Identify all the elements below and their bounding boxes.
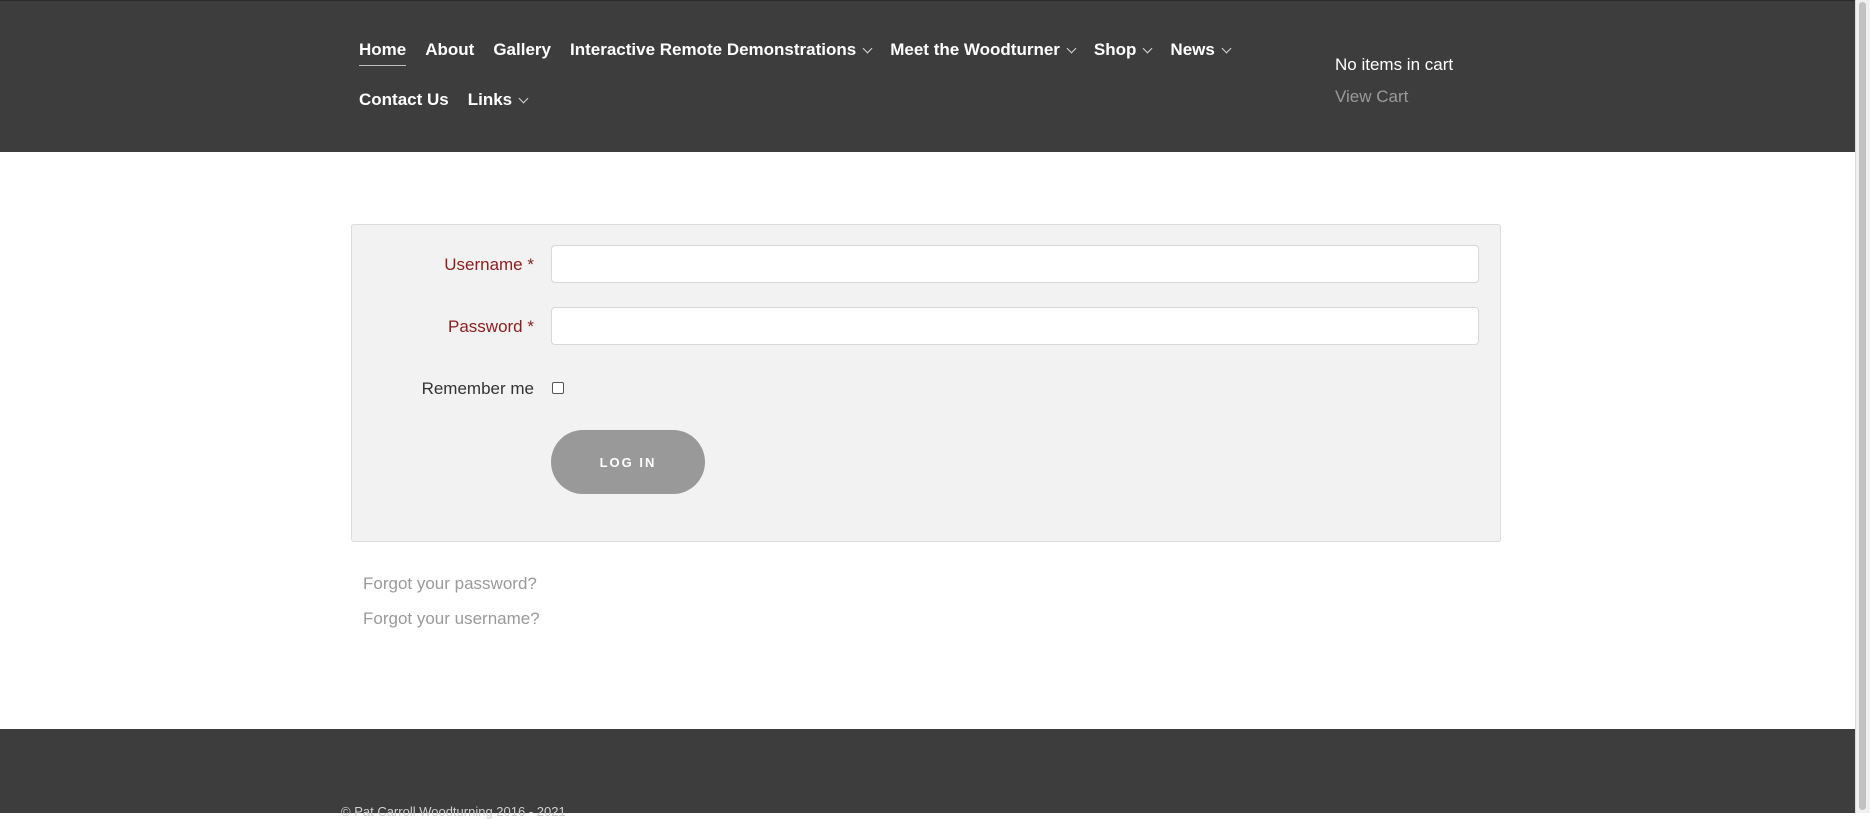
- main-nav: Home About Gallery Interactive Remote De…: [359, 39, 1319, 115]
- page-scrollbar[interactable]: [1855, 0, 1870, 813]
- nav-item-label: Interactive Remote Demonstrations: [569, 40, 857, 59]
- nav-item-label: Links: [467, 90, 513, 109]
- site-header: Home About Gallery Interactive Remote De…: [0, 0, 1856, 152]
- chevron-down-icon: [518, 93, 529, 103]
- nav-item-label: Shop: [1093, 40, 1137, 59]
- view-cart-link[interactable]: View Cart: [1335, 87, 1453, 107]
- scrollbar-thumb[interactable]: [1859, 2, 1866, 810]
- nav-item-label: Gallery: [493, 40, 551, 59]
- nav-item-label: About: [425, 40, 475, 59]
- nav-item-label: Meet the Woodturner: [890, 40, 1060, 59]
- username-input[interactable]: [551, 245, 1479, 283]
- site-footer: © Pat Carroll Woodturning 2016 - 2021: [0, 729, 1856, 819]
- nav-row-1: Home About Gallery Interactive Remote De…: [359, 39, 1319, 66]
- nav-row-2: Contact Us Links: [359, 89, 1319, 115]
- remember-me-label: Remember me: [421, 379, 534, 398]
- chevron-down-icon: [1066, 43, 1077, 53]
- nav-item-contact-us[interactable]: Contact Us: [359, 90, 449, 114]
- forgot-username-link[interactable]: Forgot your username?: [363, 609, 540, 629]
- login-panel: Username * Password * Remember me LOG IN: [351, 224, 1501, 542]
- required-marker: *: [527, 255, 534, 274]
- required-marker: *: [527, 317, 534, 336]
- nav-item-shop[interactable]: Shop: [1093, 40, 1153, 64]
- copyright-text: © Pat Carroll Woodturning 2016 - 2021: [341, 804, 566, 819]
- username-label-text: Username: [444, 255, 523, 274]
- nav-item-label: Home: [359, 40, 407, 59]
- forgot-password-link[interactable]: Forgot your password?: [363, 574, 537, 594]
- chevron-down-icon: [1221, 43, 1232, 53]
- chevron-down-icon: [1142, 43, 1153, 53]
- password-label: Password *: [448, 317, 534, 337]
- login-button[interactable]: LOG IN: [551, 430, 705, 494]
- cart-status: No items in cart: [1335, 55, 1454, 74]
- nav-item-label: News: [1170, 40, 1215, 59]
- nav-item-links[interactable]: Links: [467, 90, 529, 114]
- chevron-down-icon: [862, 43, 873, 53]
- nav-item-meet-the-woodturner[interactable]: Meet the Woodturner: [890, 40, 1077, 64]
- nav-item-about[interactable]: About: [425, 40, 474, 64]
- username-label: Username *: [444, 255, 534, 275]
- nav-item-news[interactable]: News: [1170, 40, 1232, 64]
- nav-item-home[interactable]: Home: [359, 40, 407, 66]
- password-input[interactable]: [551, 307, 1479, 345]
- password-label-text: Password: [448, 317, 523, 336]
- nav-item-label: Contact Us: [359, 90, 449, 109]
- cart-widget: No items in cart View Cart: [1335, 55, 1453, 107]
- nav-item-interactive-remote-demonstrations[interactable]: Interactive Remote Demonstrations: [569, 40, 873, 64]
- remember-me-checkbox[interactable]: [552, 382, 564, 394]
- nav-item-gallery[interactable]: Gallery: [493, 40, 551, 64]
